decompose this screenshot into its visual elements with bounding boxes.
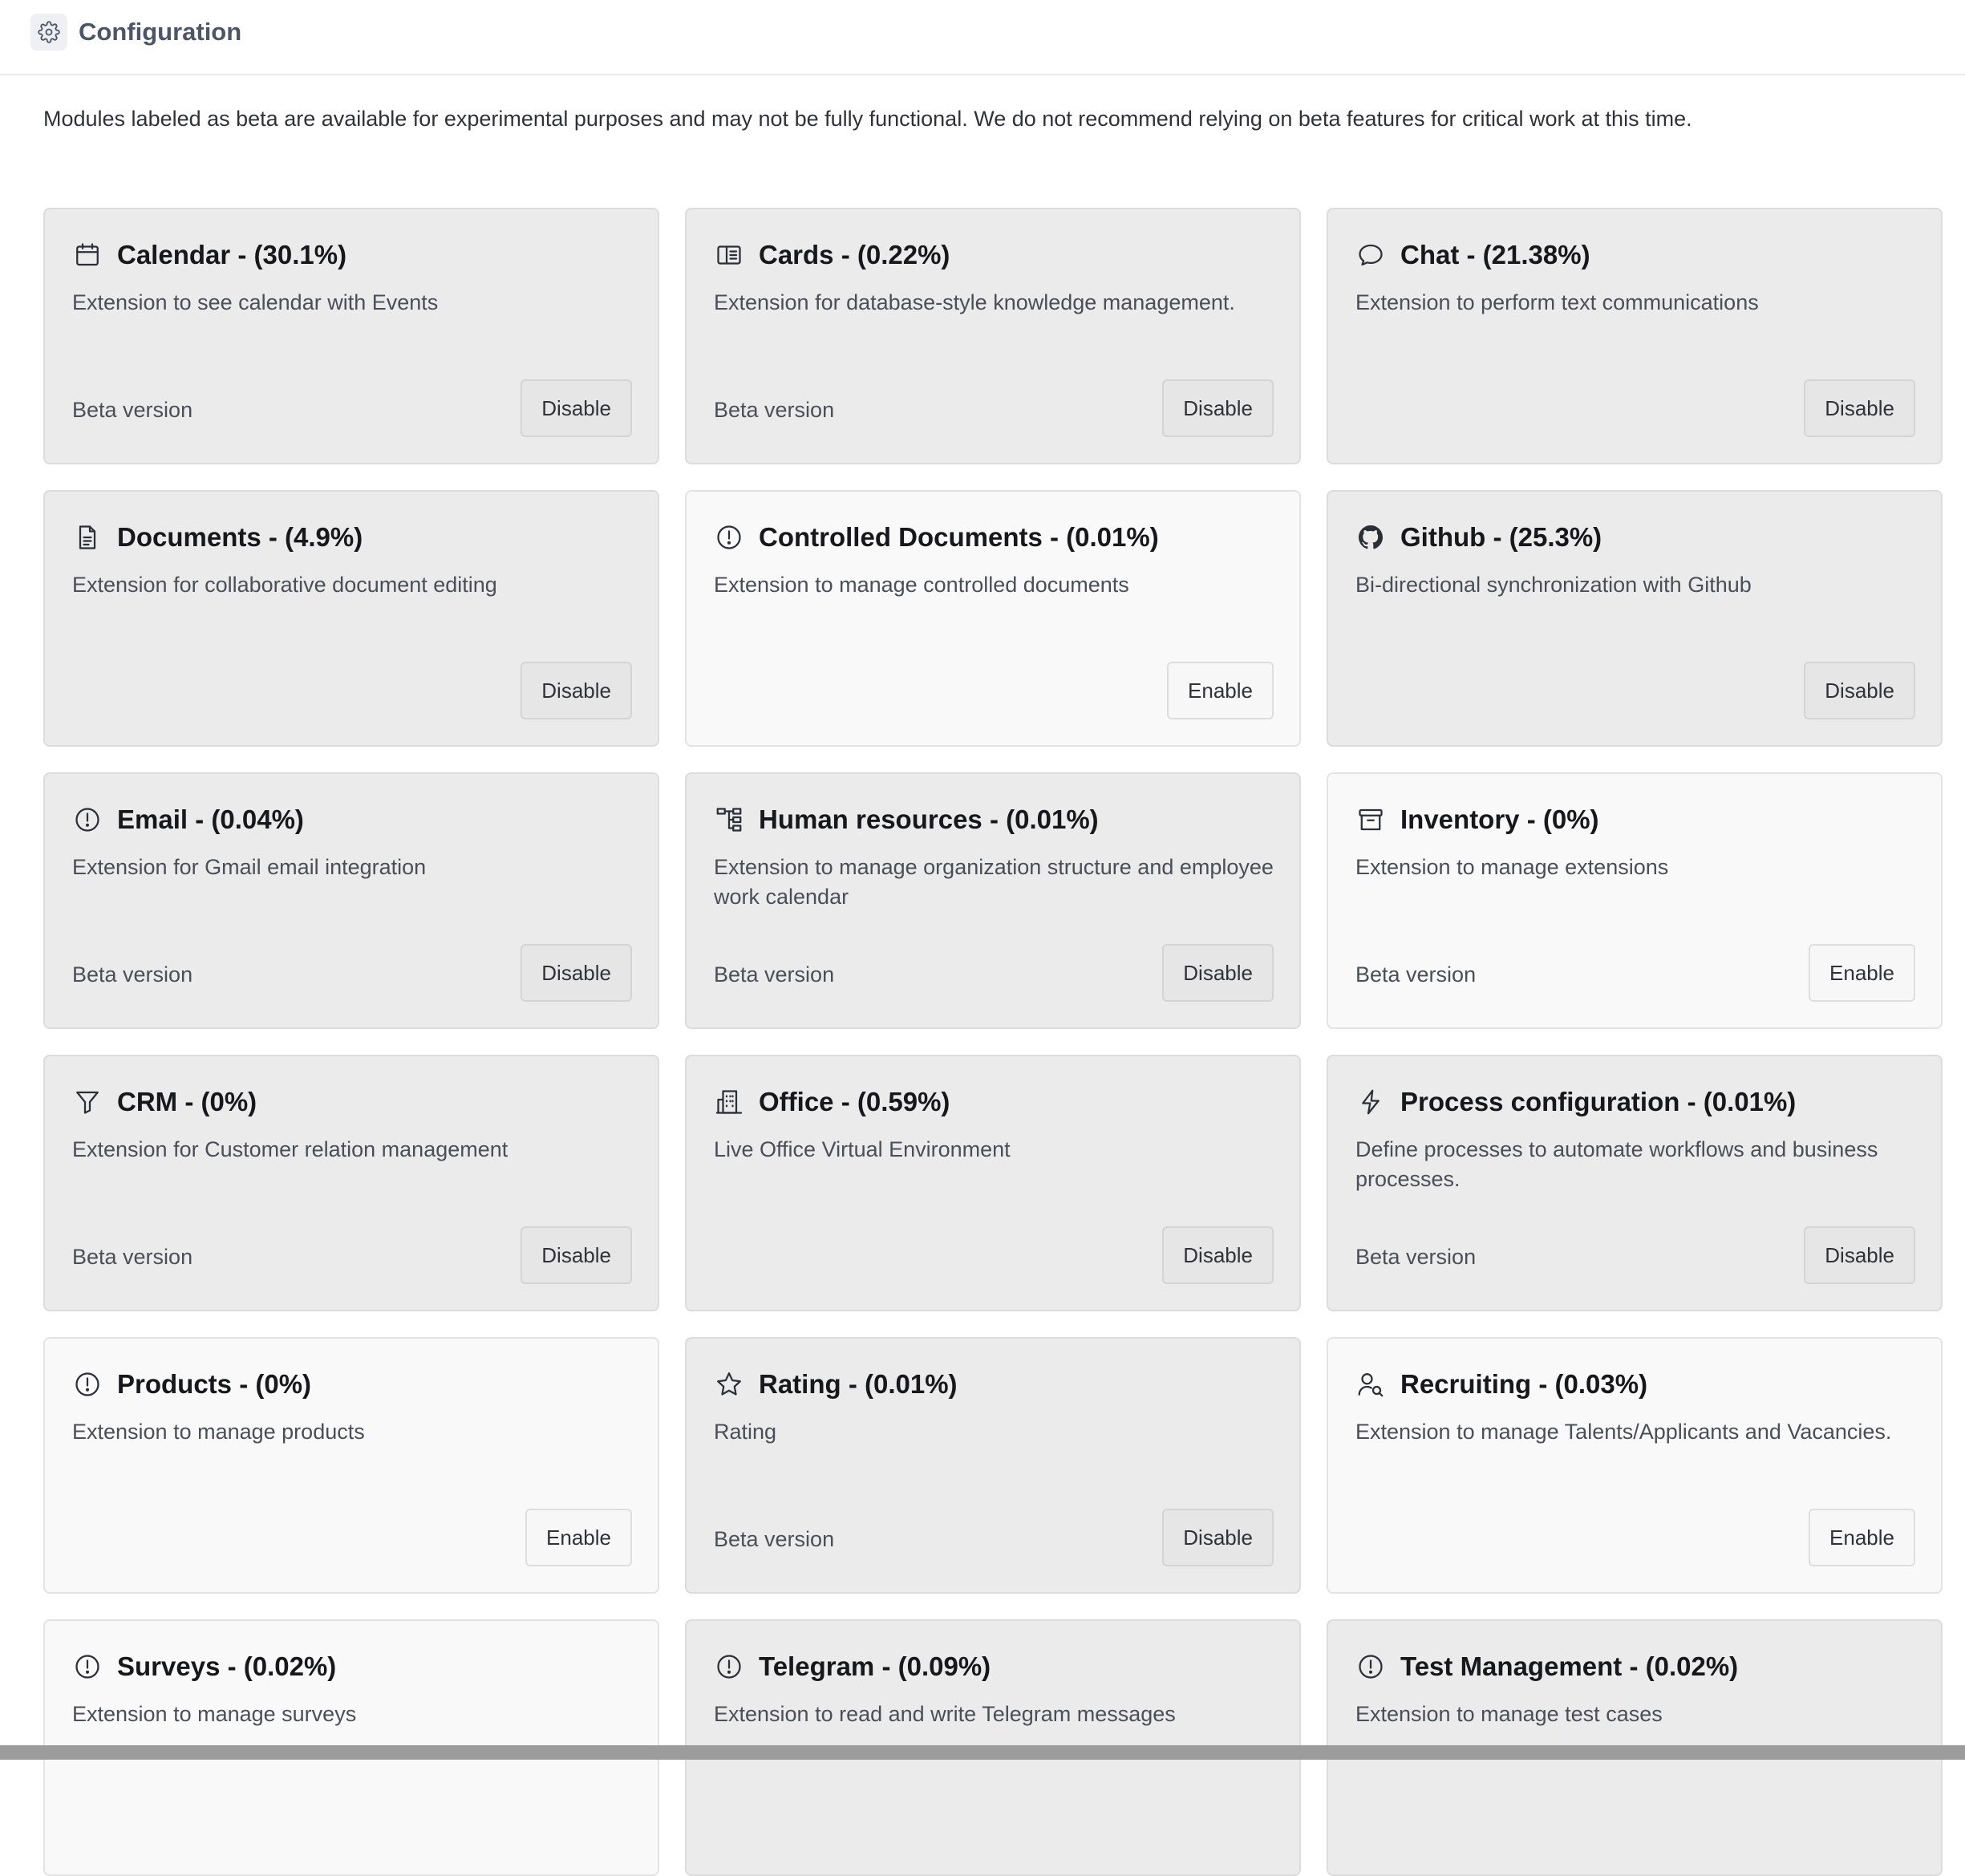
module-description: Extension to read and write Telegram mes…	[714, 1702, 1176, 1726]
info-icon	[72, 1369, 103, 1400]
disable-button[interactable]: Disable	[521, 379, 632, 437]
module-card: Office - (0.59%) Live Office Virtual Envi…	[685, 1055, 1301, 1311]
beta-label: Beta version	[1355, 962, 1477, 987]
module-title: Office - (0.59%)	[759, 1087, 950, 1116]
horizontal-scrollbar[interactable]	[0, 1745, 1965, 1760]
info-icon	[72, 804, 103, 835]
enable-button[interactable]: Enable	[525, 1509, 632, 1566]
gear-icon	[30, 14, 67, 51]
disable-button[interactable]: Disable	[1162, 1226, 1274, 1284]
info-icon	[714, 1651, 744, 1682]
top-header: Configuration	[0, 0, 1965, 75]
module-description: Extension to manage surveys	[72, 1702, 357, 1726]
module-card: Rating - (0.01%) Rating Beta version Disabl…	[685, 1337, 1301, 1594]
enable-button[interactable]: Enable	[1809, 944, 1915, 1002]
module-card: Products - (0%) Extension to manage produ…	[43, 1337, 659, 1594]
module-title: CRM - (0%)	[117, 1087, 257, 1116]
module-card: Controlled Documents - (0.01%) Extension …	[685, 490, 1301, 747]
beta-label: Beta version	[72, 1245, 193, 1269]
disable-button[interactable]: Disable	[1162, 1509, 1274, 1566]
document-icon	[72, 522, 103, 553]
module-card: Github - (25.3%) Bi-directional synchroni…	[1327, 490, 1943, 747]
cards-icon	[714, 240, 744, 270]
lightning-icon	[1355, 1087, 1386, 1117]
page-title: Configuration	[79, 18, 242, 46]
module-card: Calendar - (30.1%) Extension to see calen…	[43, 208, 659, 464]
disable-button[interactable]: Disable	[521, 944, 632, 1002]
beta-label: Beta version	[714, 1527, 835, 1551]
disable-button[interactable]: Disable	[1804, 1226, 1915, 1284]
module-title: Controlled Documents - (0.01%)	[759, 522, 1159, 552]
module-title: Email - (0.04%)	[117, 804, 304, 834]
module-description: Rating	[714, 1420, 777, 1444]
module-title: Rating - (0.01%)	[759, 1369, 958, 1399]
module-title: Chat - (21.38%)	[1400, 240, 1590, 269]
module-card: Process configuration - (0.01%) Define pr…	[1327, 1055, 1943, 1311]
calendar-icon	[72, 240, 103, 270]
disable-button[interactable]: Disable	[1804, 379, 1915, 437]
module-title: Recruiting - (0.03%)	[1400, 1369, 1648, 1399]
module-card: Human resources - (0.01%) Extension to ma…	[685, 772, 1301, 1029]
module-card: Cards - (0.22%) Extension for database-st…	[685, 208, 1301, 464]
disable-button[interactable]: Disable	[1162, 379, 1274, 437]
module-description: Extension to manage extensions	[1355, 855, 1669, 879]
info-icon	[72, 1651, 103, 1682]
module-card: CRM - (0%) Extension for Customer relatio…	[43, 1055, 659, 1311]
module-description: Extension to manage controlled documents	[714, 573, 1129, 597]
module-title: Process configuration - (0.01%)	[1400, 1087, 1797, 1116]
module-card: Email - (0.04%) Extension for Gmail email…	[43, 772, 659, 1029]
org-structure-icon	[714, 804, 744, 835]
enable-button[interactable]: Enable	[1167, 662, 1274, 719]
module-description: Extension for Gmail email integration	[72, 855, 427, 879]
module-card: Recruiting - (0.03%) Extension to manage …	[1327, 1337, 1943, 1594]
module-description: Extension for collaborative document edi…	[72, 573, 497, 597]
module-card: Chat - (21.38%) Extension to perform text…	[1327, 208, 1943, 464]
module-title: Human resources - (0.01%)	[759, 804, 1099, 834]
enable-button[interactable]: Enable	[1809, 1509, 1915, 1566]
module-title: Github - (25.3%)	[1400, 522, 1602, 552]
module-title: Products - (0%)	[117, 1369, 312, 1399]
module-description: Bi-directional synchronization with Gith…	[1355, 573, 1752, 597]
module-card: Inventory - (0%) Extension to manage exte…	[1327, 772, 1943, 1029]
module-description: Extension to manage products	[72, 1420, 365, 1444]
module-description: Extension to manage organization structu…	[714, 855, 1274, 909]
funnel-icon	[72, 1087, 103, 1117]
module-description: Live Office Virtual Environment	[714, 1137, 1011, 1161]
archive-icon	[1355, 804, 1386, 835]
module-title: Telegram - (0.09%)	[759, 1651, 991, 1681]
github-icon	[1355, 522, 1386, 553]
module-card: Documents - (4.9%) Extension for collabor…	[43, 490, 659, 747]
module-title: Inventory - (0%)	[1400, 804, 1599, 834]
module-title: Calendar - (30.1%)	[117, 240, 347, 269]
disable-button[interactable]: Disable	[521, 662, 632, 719]
module-description: Define processes to automate workflows a…	[1355, 1137, 1878, 1191]
module-description: Extension for database-style knowledge m…	[714, 290, 1235, 314]
module-description: Extension to see calendar with Events	[72, 290, 439, 314]
beta-label: Beta version	[72, 962, 193, 987]
module-description: Extension to perform text communications	[1355, 290, 1759, 314]
module-title: Documents - (4.9%)	[117, 522, 363, 552]
beta-label: Beta version	[1355, 1245, 1477, 1269]
info-icon	[714, 522, 744, 553]
beta-label: Beta version	[72, 398, 193, 422]
module-description: Extension for Customer relation manageme…	[72, 1137, 508, 1161]
info-icon	[1355, 1651, 1386, 1682]
building-icon	[714, 1087, 744, 1117]
beta-notice: Modules labeled as beta are available fo…	[43, 107, 1692, 131]
module-title: Surveys - (0.02%)	[117, 1651, 337, 1681]
beta-label: Beta version	[714, 962, 835, 987]
module-description: Extension to manage test cases	[1355, 1702, 1663, 1726]
module-title: Cards - (0.22%)	[759, 240, 950, 269]
disable-button[interactable]: Disable	[521, 1226, 632, 1284]
disable-button[interactable]: Disable	[1804, 662, 1915, 719]
user-search-icon	[1355, 1369, 1386, 1400]
star-icon	[714, 1369, 744, 1400]
disable-button[interactable]: Disable	[1162, 944, 1274, 1002]
modules-grid: Calendar - (30.1%) Extension to see calen…	[43, 208, 1943, 1876]
module-title: Test Management - (0.02%)	[1400, 1651, 1739, 1681]
module-description: Extension to manage Talents/Applicants a…	[1355, 1420, 1892, 1444]
beta-label: Beta version	[714, 398, 835, 422]
chat-icon	[1355, 240, 1386, 270]
